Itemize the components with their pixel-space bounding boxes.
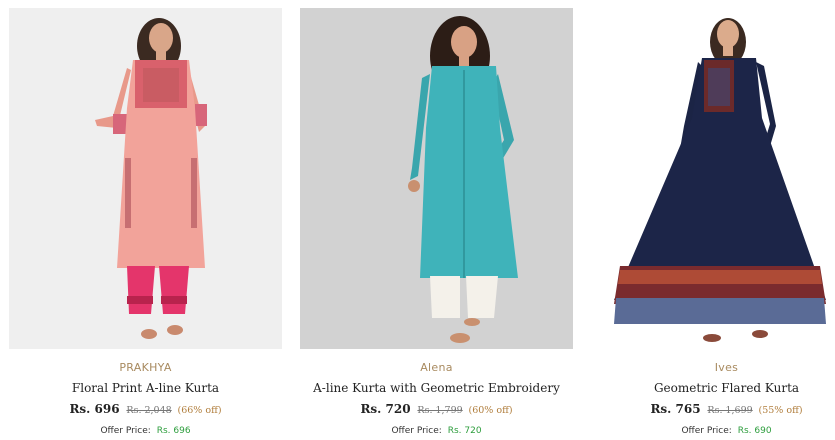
product-photo-navy-kurta-icon [590,8,835,349]
offer-price-label: Offer Price: [391,426,442,436]
product-price: Rs. 765 [650,402,701,416]
product-brand: Ives [714,361,739,374]
product-discount: (66% off) [177,405,222,416]
offer-price-value: Rs. 696 [156,426,191,436]
product-name[interactable]: A-line Kurta with Geometric Embroidery [300,380,573,396]
product-photo-teal-kurta-icon [300,8,573,349]
product-brand: Alena [420,361,453,374]
product-price: Rs. 696 [69,402,120,416]
price-row: Rs. 720 Rs. 1,799 (60% off) [300,401,573,419]
price-row: Rs. 765 Rs. 1,699 (55% off) [590,401,835,419]
product-price: Rs. 720 [360,402,411,416]
product-card[interactable]: Alena A-line Kurta with Geometric Embroi… [300,8,573,437]
product-mrp: Rs. 2,048 [126,405,172,416]
offer-price-row: Offer Price: Rs. 720 [300,425,573,437]
offer-price-label: Offer Price: [681,426,732,436]
product-image[interactable] [590,8,835,349]
product-image[interactable] [300,8,573,349]
offer-price-value: Rs. 690 [737,426,772,436]
offer-price-label: Offer Price: [100,426,151,436]
product-photo-pink-kurta-icon [9,8,282,349]
product-mrp: Rs. 1,699 [707,405,753,416]
product-name[interactable]: Floral Print A-line Kurta [9,380,282,396]
product-image[interactable] [9,8,282,349]
offer-price-value: Rs. 720 [447,426,482,436]
offer-price-row: Offer Price: Rs. 690 [590,425,835,437]
price-row: Rs. 696 Rs. 2,048 (66% off) [9,401,282,419]
product-name[interactable]: Geometric Flared Kurta [590,380,835,396]
product-discount: (55% off) [758,405,803,416]
product-discount: (60% off) [468,405,513,416]
product-card[interactable]: Ives Geometric Flared Kurta Rs. 765 Rs. … [590,8,835,437]
product-brand: PRAKHYA [119,361,172,374]
product-card[interactable]: PRAKHYA Floral Print A-line Kurta Rs. 69… [9,8,282,437]
product-mrp: Rs. 1,799 [417,405,463,416]
product-grid: PRAKHYA Floral Print A-line Kurta Rs. 69… [0,0,835,440]
offer-price-row: Offer Price: Rs. 696 [9,425,282,437]
